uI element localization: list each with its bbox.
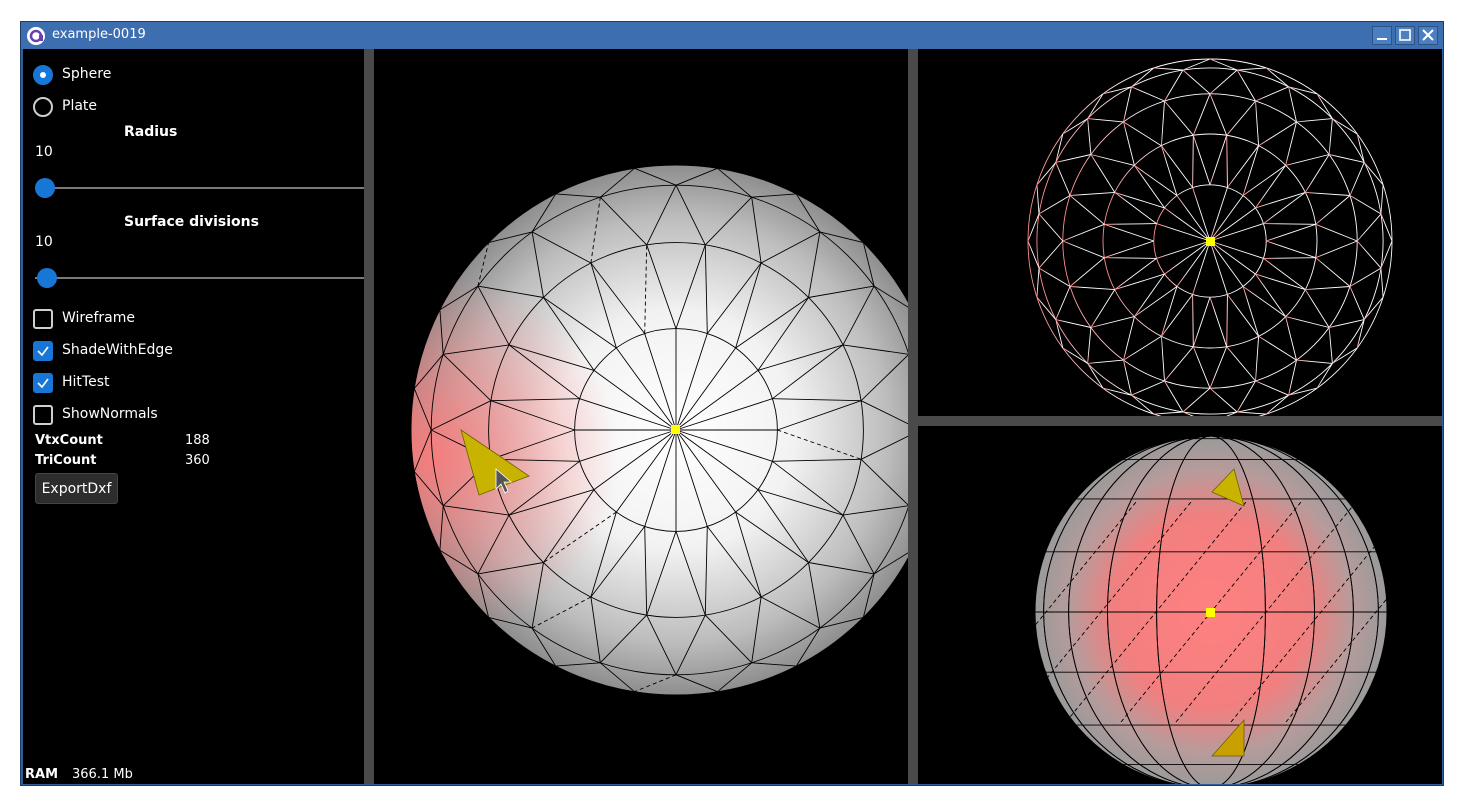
hit-point-marker (1206, 608, 1215, 617)
radius-heading: Radius (124, 124, 178, 140)
export-dxf-button[interactable]: ExportDxf (35, 473, 118, 504)
shaded-sphere-view (410, 164, 908, 696)
shadewithedge-label: ShadeWithEdge (62, 342, 173, 358)
vtxcount-label: VtxCount (35, 433, 103, 448)
app-window: example-0019 Sphere Plate Radius 10 Surf… (20, 21, 1444, 786)
title-bar[interactable]: example-0019 (21, 22, 1443, 49)
checkmark-icon (37, 378, 49, 389)
sphere-label: Sphere (62, 66, 112, 82)
hittest-checkbox[interactable] (33, 373, 53, 393)
wireframe-checkbox[interactable] (33, 309, 53, 329)
maximize-button[interactable] (1395, 26, 1415, 45)
center-splitter[interactable] (908, 49, 918, 784)
client-area: Sphere Plate Radius 10 Surface divisions… (23, 49, 1442, 784)
close-button[interactable] (1418, 26, 1438, 45)
surface-divisions-heading: Surface divisions (124, 214, 259, 230)
tricount-label: TriCount (35, 453, 97, 468)
checkmark-icon (37, 346, 49, 357)
tricount-value: 360 (185, 453, 210, 468)
surface-divisions-slider-thumb[interactable] (37, 268, 57, 288)
right-splitter[interactable] (918, 416, 1442, 426)
plate-radio[interactable] (33, 97, 53, 117)
ram-label: RAM (25, 767, 59, 782)
radius-value: 10 (35, 144, 53, 160)
sphere-radio[interactable] (33, 65, 53, 85)
shownormals-checkbox[interactable] (33, 405, 53, 425)
close-icon (1422, 29, 1434, 41)
shownormals-label: ShowNormals (62, 406, 158, 422)
minimize-button[interactable] (1372, 26, 1392, 45)
app-logo-icon (27, 27, 45, 45)
left-splitter[interactable] (364, 49, 374, 784)
radius-slider-track[interactable] (35, 187, 364, 189)
vtxcount-value: 188 (185, 433, 210, 448)
top-right-viewport[interactable] (918, 49, 1442, 416)
surface-divisions-slider-track[interactable] (35, 277, 364, 279)
side-sphere-view (955, 435, 1442, 784)
shadewithedge-checkbox[interactable] (33, 341, 53, 361)
main-viewport[interactable] (374, 49, 908, 784)
plate-label: Plate (62, 98, 98, 114)
surface-divisions-value: 10 (35, 234, 53, 250)
hit-point-marker (1206, 237, 1215, 246)
maximize-icon (1399, 29, 1411, 41)
window-title: example-0019 (52, 27, 146, 42)
ram-value: 366.1 Mb (72, 767, 133, 782)
radius-slider-thumb[interactable] (35, 178, 55, 198)
minimize-icon (1377, 38, 1387, 40)
bottom-right-viewport[interactable] (918, 426, 1442, 784)
hittest-label: HitTest (62, 374, 110, 390)
wireframe-sphere-view (1027, 58, 1393, 416)
hit-point-marker (671, 425, 680, 434)
control-panel: Sphere Plate Radius 10 Surface divisions… (23, 49, 364, 784)
wireframe-label: Wireframe (62, 310, 136, 326)
